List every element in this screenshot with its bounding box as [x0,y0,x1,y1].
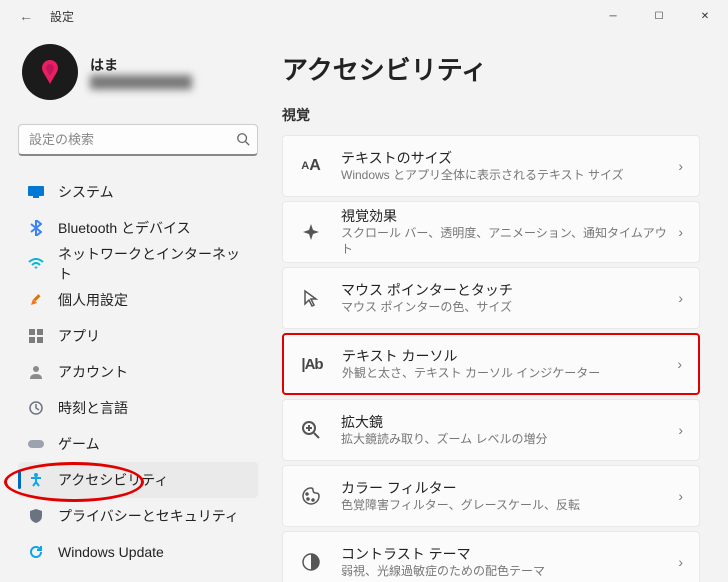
sidebar-item-label: システム [58,182,114,202]
user-block[interactable]: はま ████████████ [18,40,258,104]
card-title: カラー フィルター [341,478,678,498]
chevron-right-icon: › [677,356,682,372]
card-title: テキストのサイズ [341,148,678,168]
privacy-icon [28,508,44,524]
back-button[interactable]: ← [14,4,38,28]
cards-container: AA テキストのサイズ Windows とアプリ全体に表示されるテキスト サイズ… [282,135,700,582]
card-icon [299,550,323,574]
sidebar-item-label: Windows Update [58,544,164,560]
card-text: テキスト カーソル 外観と太さ、テキスト カーソル インジケーター [342,346,677,382]
settings-card[interactable]: 視覚効果 スクロール バー、透明度、アニメーション、通知タイムアウト › [282,201,700,263]
apps-icon [28,328,44,344]
search-icon [236,132,250,149]
avatar [22,44,78,100]
gaming-icon [28,436,44,452]
chevron-right-icon: › [678,554,683,570]
card-text: 拡大鏡 拡大鏡読み取り、ズーム レベルの増分 [341,412,678,448]
update-icon [28,544,44,560]
sidebar: はま ████████████ システム Bluetooth とデバイスネットワー… [0,32,270,582]
card-icon: AA [299,154,323,178]
card-icon: |Ab [300,352,324,376]
chevron-right-icon: › [678,422,683,438]
sidebar-item-label: アクセシビリティ [58,470,168,490]
chevron-right-icon: › [678,224,683,240]
chevron-right-icon: › [678,158,683,174]
account-icon [28,364,44,380]
card-icon [299,418,323,442]
network-icon [28,256,44,272]
sidebar-item-apps[interactable]: アプリ [18,318,258,354]
window-controls: ─ ☐ ✕ [590,0,728,32]
sidebar-item-privacy[interactable]: プライバシーとセキュリティ [18,498,258,534]
sidebar-item-label: Bluetooth とデバイス [58,218,191,238]
card-title: マウス ポインターとタッチ [341,280,678,300]
sidebar-item-label: 個人用設定 [58,290,128,310]
settings-card[interactable]: AA テキストのサイズ Windows とアプリ全体に表示されるテキスト サイズ… [282,135,700,197]
card-text: マウス ポインターとタッチ マウス ポインターの色、サイズ [341,280,678,316]
settings-card[interactable]: コントラスト テーマ 弱視、光線過敏症のための配色テーマ › [282,531,700,582]
chevron-right-icon: › [678,290,683,306]
sidebar-item-label: ゲーム [58,434,100,454]
card-icon [299,286,323,310]
maximize-button[interactable]: ☐ [636,0,682,32]
sidebar-item-label: プライバシーとセキュリティ [58,506,239,526]
user-name: はま [90,55,192,75]
system-icon [28,184,44,200]
bluetooth-icon [28,220,44,236]
page-title: アクセシビリティ [282,50,700,87]
sidebar-item-label: 時刻と言語 [58,398,128,418]
user-email: ████████████ [90,75,192,89]
sidebar-item-account[interactable]: アカウント [18,354,258,390]
window-title: 設定 [50,8,74,25]
settings-card[interactable]: カラー フィルター 色覚障害フィルター、グレースケール、反転 › [282,465,700,527]
sidebar-item-label: アカウント [58,362,128,382]
card-subtitle: 外観と太さ、テキスト カーソル インジケーター [342,366,677,382]
card-title: 拡大鏡 [341,412,678,432]
card-subtitle: 色覚障害フィルター、グレースケール、反転 [341,498,678,514]
sidebar-item-gaming[interactable]: ゲーム [18,426,258,462]
close-button[interactable]: ✕ [682,0,728,32]
card-title: テキスト カーソル [342,346,677,366]
titlebar: ← 設定 ─ ☐ ✕ [0,0,728,32]
settings-card[interactable]: 拡大鏡 拡大鏡読み取り、ズーム レベルの増分 › [282,399,700,461]
accessibility-icon [28,472,44,488]
card-text: コントラスト テーマ 弱視、光線過敏症のための配色テーマ [341,544,678,580]
nav-list: システム Bluetooth とデバイスネットワークとインターネット個人用設定アプ… [18,174,258,570]
sidebar-item-network[interactable]: ネットワークとインターネット [18,246,258,282]
search-wrap [18,124,258,156]
time-icon [28,400,44,416]
settings-card[interactable]: |Ab テキスト カーソル 外観と太さ、テキスト カーソル インジケーター › [282,333,700,395]
card-text: テキストのサイズ Windows とアプリ全体に表示されるテキスト サイズ [341,148,678,184]
card-icon [299,220,323,244]
sidebar-item-accessibility[interactable]: アクセシビリティ [18,462,258,498]
card-text: 視覚効果 スクロール バー、透明度、アニメーション、通知タイムアウト [341,206,678,257]
card-subtitle: マウス ポインターの色、サイズ [341,300,678,316]
sidebar-item-time[interactable]: 時刻と言語 [18,390,258,426]
personalize-icon [28,292,44,308]
section-label: 視覚 [282,105,700,125]
main-content: アクセシビリティ 視覚 AA テキストのサイズ Windows とアプリ全体に表… [270,32,728,582]
card-subtitle: 弱視、光線過敏症のための配色テーマ [341,564,678,580]
settings-card[interactable]: マウス ポインターとタッチ マウス ポインターの色、サイズ › [282,267,700,329]
card-subtitle: 拡大鏡読み取り、ズーム レベルの増分 [341,432,678,448]
sidebar-item-personalize[interactable]: 個人用設定 [18,282,258,318]
card-subtitle: Windows とアプリ全体に表示されるテキスト サイズ [341,168,678,184]
search-input[interactable] [18,124,258,156]
sidebar-item-label: ネットワークとインターネット [58,244,248,284]
minimize-button[interactable]: ─ [590,0,636,32]
card-icon [299,484,323,508]
card-subtitle: スクロール バー、透明度、アニメーション、通知タイムアウト [341,226,678,257]
sidebar-item-label: アプリ [58,326,100,346]
sidebar-item-system[interactable]: システム [18,174,258,210]
card-title: 視覚効果 [341,206,678,226]
sidebar-item-update[interactable]: Windows Update [18,534,258,570]
card-text: カラー フィルター 色覚障害フィルター、グレースケール、反転 [341,478,678,514]
chevron-right-icon: › [678,488,683,504]
sidebar-item-bluetooth[interactable]: Bluetooth とデバイス [18,210,258,246]
card-title: コントラスト テーマ [341,544,678,564]
